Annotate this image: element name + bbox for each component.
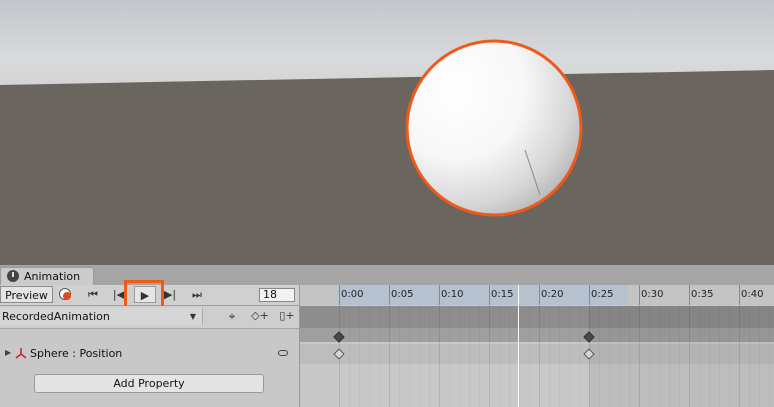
ruler-tick-label: 0:20 xyxy=(541,289,564,300)
ruler-tick-label: 0:00 xyxy=(341,289,364,300)
ruler-tick-label: 0:30 xyxy=(641,289,664,300)
grid-line-minor xyxy=(559,306,560,407)
grid-line-minor xyxy=(359,306,360,407)
clip-name: RecordedAnimation xyxy=(2,310,110,323)
grid-line-minor xyxy=(499,306,500,407)
ruler-major-tick xyxy=(489,285,490,305)
ruler-major-tick xyxy=(389,285,390,305)
record-button[interactable] xyxy=(56,286,76,303)
clip-dropdown[interactable]: RecordedAnimation ▼ xyxy=(0,308,203,325)
grid-line xyxy=(389,306,390,407)
grid-line-minor xyxy=(449,306,450,407)
chevron-down-icon: ▼ xyxy=(189,312,196,321)
grid-line-minor xyxy=(519,306,520,407)
expand-triangle-icon[interactable]: ▶ xyxy=(5,348,11,357)
ruler-tick-label: 0:40 xyxy=(741,289,764,300)
frame-field[interactable]: 18 xyxy=(259,288,295,302)
ruler-major-tick xyxy=(739,285,740,305)
property-row[interactable]: ▶ Sphere : Position xyxy=(0,344,300,364)
preview-button[interactable]: Preview xyxy=(0,286,53,303)
add-event-icon[interactable]: ▯+ xyxy=(278,309,296,325)
grid-line-minor xyxy=(619,306,620,407)
grid-line-minor xyxy=(709,306,710,407)
grid-line-minor xyxy=(629,306,630,407)
tab-animation[interactable]: Animation xyxy=(0,267,94,285)
grid-line-minor xyxy=(659,306,660,407)
grid-line-minor xyxy=(469,306,470,407)
grid-line xyxy=(739,306,740,407)
property-label: Sphere : Position xyxy=(30,347,123,360)
grid-line-minor xyxy=(759,306,760,407)
grid-line-minor xyxy=(369,306,370,407)
property-options-icon[interactable] xyxy=(278,350,288,356)
clip-end-region xyxy=(589,306,774,407)
grid-line-minor xyxy=(719,306,720,407)
tab-label: Animation xyxy=(24,270,81,283)
first-keyframe-button[interactable]: ⏮ xyxy=(82,286,104,303)
grid-line-minor xyxy=(399,306,400,407)
grid-line-minor xyxy=(419,306,420,407)
clip-row: RecordedAnimation ▼ ⌖ ◇+ ▯+ xyxy=(0,306,300,329)
grid-line-minor xyxy=(669,306,670,407)
ruler-major-tick xyxy=(539,285,540,305)
grid-line-minor xyxy=(349,306,350,407)
grid-line-minor xyxy=(409,306,410,407)
ground-plane xyxy=(0,39,774,265)
key-filter-icon[interactable]: ⌖ xyxy=(222,309,242,325)
ruler-tick-label: 0:35 xyxy=(691,289,714,300)
playhead[interactable] xyxy=(518,285,519,407)
last-keyframe-button[interactable]: ⏭ xyxy=(186,286,208,303)
grid-line-minor xyxy=(549,306,550,407)
grid-line-minor xyxy=(459,306,460,407)
grid-line-minor xyxy=(479,306,480,407)
grid-line xyxy=(539,306,540,407)
sphere[interactable] xyxy=(405,39,583,217)
grid-line-minor xyxy=(609,306,610,407)
ruler-major-tick xyxy=(439,285,440,305)
timeline[interactable]: 0:00 0:05 0:10 0:15 0:20 0:25 0:30 0:35 0:40 xyxy=(300,285,774,407)
grid-line xyxy=(439,306,440,407)
add-property-button[interactable]: Add Property xyxy=(34,374,264,393)
clip-range xyxy=(338,285,628,305)
grid-line-minor xyxy=(429,306,430,407)
ruler-major-tick xyxy=(689,285,690,305)
ruler-major-tick xyxy=(589,285,590,305)
grid-line-minor xyxy=(599,306,600,407)
grid-line-minor xyxy=(529,306,530,407)
ruler-major-tick xyxy=(639,285,640,305)
grid-line-minor xyxy=(729,306,730,407)
grid-line-minor xyxy=(379,306,380,407)
ruler-tick-label: 0:25 xyxy=(591,289,614,300)
clock-icon xyxy=(7,270,19,282)
grid-line xyxy=(489,306,490,407)
transform-axes-icon xyxy=(15,348,27,359)
grid-line-minor xyxy=(679,306,680,407)
tab-bar: Animation xyxy=(0,265,774,286)
grid-line xyxy=(689,306,690,407)
ruler-tick-label: 0:15 xyxy=(491,289,514,300)
grid-line xyxy=(639,306,640,407)
grid-line-minor xyxy=(509,306,510,407)
ruler-tick-label: 0:05 xyxy=(391,289,414,300)
add-keyframe-icon[interactable]: ◇+ xyxy=(250,309,270,325)
grid-line-minor xyxy=(649,306,650,407)
scene-view[interactable] xyxy=(0,0,774,265)
grid-line-minor xyxy=(749,306,750,407)
ruler-tick-label: 0:10 xyxy=(441,289,464,300)
grid-line-minor xyxy=(569,306,570,407)
animation-window: Animation Preview ⏮ |◀ ▶ ▶| ⏭ 18 Recorde… xyxy=(0,265,774,407)
grid-line-minor xyxy=(699,306,700,407)
record-icon xyxy=(59,288,71,300)
grid-line-minor xyxy=(579,306,580,407)
grid-line-minor xyxy=(769,306,770,407)
ruler-major-tick xyxy=(339,285,340,305)
